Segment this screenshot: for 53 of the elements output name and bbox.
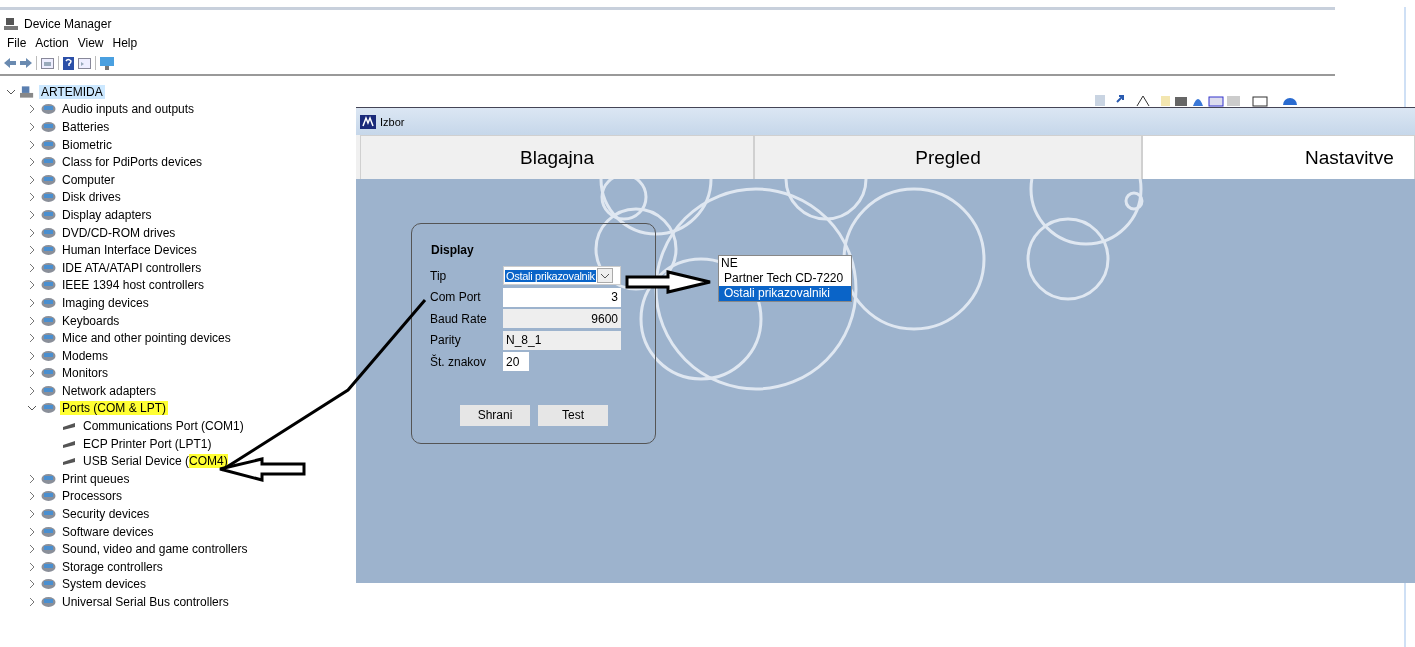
tree-item[interactable]: Display adapters (60, 207, 154, 222)
dropdown[interactable]: Ostali prikazovalnik (503, 266, 621, 286)
field-label: Št. znakov (430, 354, 488, 369)
tree-item[interactable]: Audio inputs and outputs (60, 102, 197, 117)
menu-item[interactable]: Action (32, 36, 75, 52)
field-label: Baud Rate (430, 311, 488, 326)
field-label: Com Port (430, 290, 482, 305)
tree-item[interactable]: Storage controllers (60, 559, 165, 574)
tree-item[interactable]: Security devices (60, 507, 152, 522)
tree-item[interactable]: ARTEMIDA (39, 84, 105, 99)
tree-item[interactable]: Class for PdiPorts devices (60, 155, 205, 170)
tree-item[interactable]: Biometric (60, 137, 114, 152)
tree-item[interactable]: Imaging devices (60, 295, 151, 310)
tree-item[interactable]: ECP Printer Port (LPT1) (81, 436, 214, 451)
tree-item[interactable]: IEEE 1394 host controllers (60, 278, 207, 293)
tree-item[interactable]: USB Serial Device (COM4) (81, 454, 230, 469)
input-field[interactable]: 3 (503, 287, 621, 307)
window-title: Device Manager (24, 16, 112, 31)
tree-item[interactable]: DVD/CD-ROM drives (60, 225, 178, 240)
group-title: Display (431, 243, 475, 257)
menu-item[interactable]: File (4, 36, 33, 52)
button[interactable]: Shrani (460, 404, 530, 426)
tree-item[interactable]: Computer (60, 172, 117, 187)
tree-item[interactable]: Sound, video and game controllers (60, 542, 250, 557)
button[interactable]: Test (538, 404, 608, 426)
tree-item[interactable]: IDE ATA/ATAPI controllers (60, 260, 204, 275)
tree-item[interactable]: Software devices (60, 524, 156, 539)
menu-item[interactable]: View (74, 36, 110, 52)
tree-item[interactable]: Batteries (60, 120, 112, 134)
tree-item[interactable]: Universal Serial Bus controllers (60, 595, 231, 609)
tree-item[interactable]: Print queues (60, 471, 132, 486)
tree-item[interactable]: Network adapters (60, 383, 159, 398)
tree-item[interactable]: Ports (COM & LPT) (60, 401, 168, 416)
tree-item[interactable]: Monitors (60, 366, 110, 381)
tree-item[interactable]: Human Interface Devices (60, 243, 199, 258)
field-label: Parity (430, 333, 462, 348)
field-label: Tip (430, 268, 448, 283)
list-option[interactable]: Ostali prikazovalniki (719, 286, 851, 301)
tree-item[interactable]: Disk drives (60, 190, 123, 205)
tab[interactable]: Nastavitve (1142, 135, 1415, 179)
tab[interactable]: Pregled (754, 135, 1142, 179)
window-title: Izbor (380, 115, 405, 128)
tree-item[interactable]: Keyboards (60, 313, 122, 328)
list-option[interactable]: NE (719, 256, 851, 271)
list-option[interactable]: Partner Tech CD-7220 (719, 271, 851, 286)
input-field[interactable]: 20 (503, 352, 529, 372)
tree-item[interactable]: Mice and other pointing devices (60, 331, 233, 346)
tree-item[interactable]: Processors (60, 489, 125, 504)
tab[interactable]: Blagajna (360, 135, 754, 179)
tree-item[interactable]: Communications Port (COM1) (81, 419, 246, 434)
tree-item[interactable]: Modems (60, 348, 110, 363)
menu-item[interactable]: Help (109, 36, 144, 52)
tree-item[interactable]: System devices (60, 577, 149, 592)
